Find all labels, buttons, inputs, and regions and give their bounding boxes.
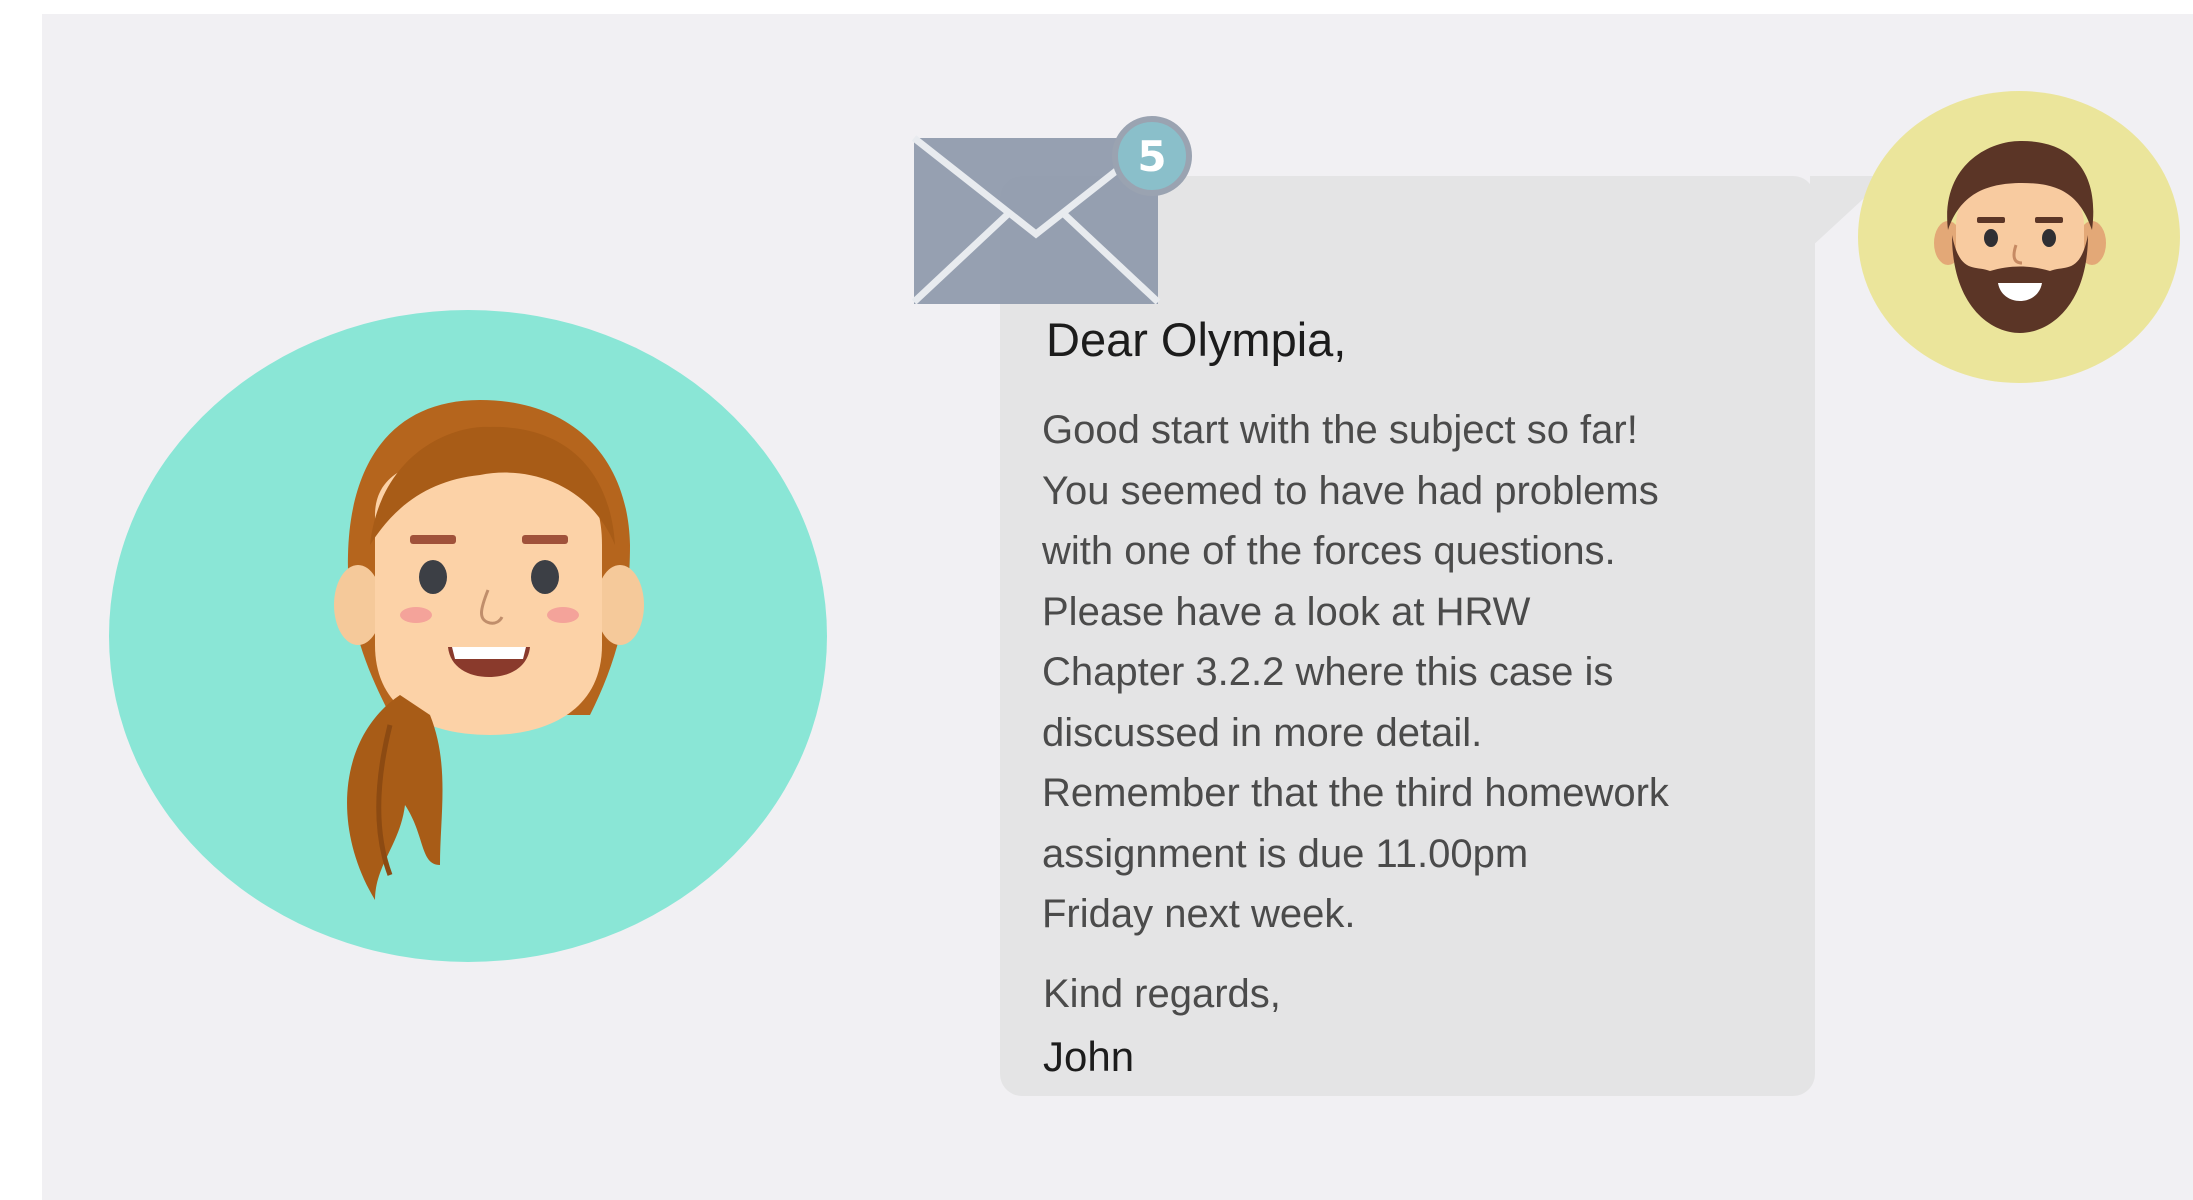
email-body-line: Chapter 3.2.2 where this case is	[1042, 650, 1614, 694]
email-body-line: Please have a look at HRW	[1042, 589, 1531, 634]
email-greeting: Dear Olympia,	[1046, 313, 1347, 366]
email-closing: Kind regards,	[1043, 972, 1281, 1016]
email-body-line: assignment is due 11.00pm	[1042, 831, 1529, 876]
email-body-line: discussed in more detail.	[1042, 710, 1483, 755]
email-body: Good start with the subject so far! You …	[1042, 400, 1669, 945]
email-signature: John	[1043, 1033, 1135, 1080]
email-body-line: Friday next week.	[1042, 892, 1356, 936]
email-body-line: You seemed to have had problems	[1042, 468, 1659, 513]
email-body-line: Good start with the subject so far!	[1042, 408, 1638, 452]
sender-avatar	[1934, 140, 2106, 333]
unread-count-badge: 5	[1112, 116, 1192, 196]
recipient-avatar	[334, 400, 644, 900]
email-body-line: Remember that the third homework	[1042, 771, 1669, 815]
email-body-line: with one of the forces questions.	[1042, 529, 1616, 573]
